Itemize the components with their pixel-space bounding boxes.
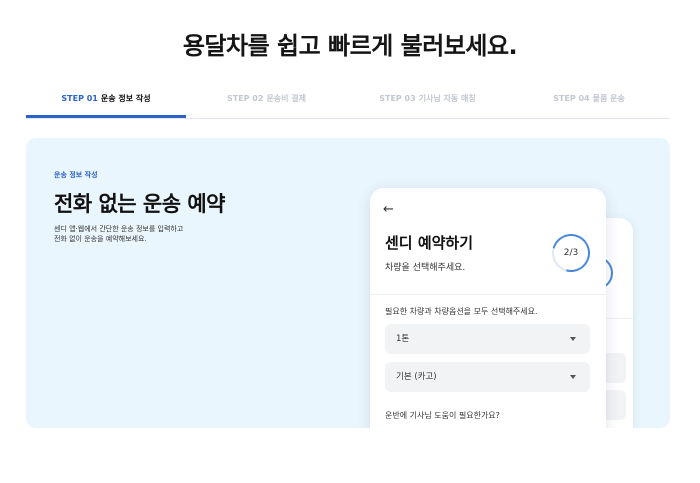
vehicle-option-select[interactable]: 기본 (카고) [385, 362, 590, 392]
step-label: 운송비 결제 [266, 94, 307, 103]
hero-description: 센디 앱·웹에서 간단한 운송 정보를 입력하고 전화 없이 운송을 예약해보세… [54, 224, 183, 244]
card-divider [370, 294, 606, 295]
caret-down-icon [570, 375, 576, 379]
page-headline: 용달차를 쉽고 빠르게 불러보세요. [182, 32, 518, 60]
hero-desc-line: 센디 앱·웹에서 간단한 운송 정보를 입력하고 [54, 225, 184, 233]
step-label: 운송 정보 작성 [100, 94, 151, 103]
hero-title: 전화 없는 운송 예약 [54, 192, 226, 216]
tab-step-04[interactable]: STEP 04 물품 운송 [508, 88, 670, 118]
card-subtitle: 차량을 선택해주세요. [385, 263, 466, 273]
tab-step-02[interactable]: STEP 02 운송비 결제 [186, 88, 347, 118]
step-number: STEP 01 [61, 94, 98, 103]
booking-card: ← 센디 예약하기 차량을 선택해주세요. 2/3 필요한 차량과 차량옵션을 … [370, 188, 606, 428]
step-number: STEP 02 [226, 94, 264, 103]
tab-step-01[interactable]: STEP 01 운송 정보 작성 [26, 88, 186, 118]
progress-indicator: 2/3 [563, 248, 579, 258]
step-label: 기사님 자동 매칭 [418, 94, 476, 103]
tab-step-03[interactable]: STEP 03 기사님 자동 매칭 [347, 88, 508, 118]
arrow-left-icon[interactable]: ← [383, 202, 394, 217]
hero-desc-line: 전화 없이 운송을 예약해보세요. [54, 235, 147, 243]
vehicle-question: 필요한 차량과 차량옵션을 모두 선택해주세요. [385, 307, 538, 316]
step-number: STEP 04 [553, 94, 590, 103]
caret-down-icon [570, 337, 576, 341]
card-title: 센디 예약하기 [385, 234, 474, 252]
step-tabs: STEP 01 운송 정보 작성 STEP 02 운송비 결제 STEP 03 기사님… [26, 88, 670, 119]
vehicle-select-value: 1톤 [396, 334, 410, 344]
active-step-indicator [26, 115, 186, 118]
vehicle-select[interactable]: 1톤 [385, 324, 590, 354]
step-number: STEP 03 [379, 94, 416, 103]
hero-eyebrow: 운송 정보 작성 [54, 171, 98, 179]
option-select-value: 기본 (카고) [396, 372, 437, 382]
step-label: 물품 운송 [592, 94, 625, 103]
hero-panel: 운송 정보 작성 전화 없는 운송 예약 센디 앱·웹에서 간단한 운송 정보를… [26, 138, 670, 428]
helper-question: 운반에 기사님 도움이 필요한가요? [385, 411, 500, 420]
